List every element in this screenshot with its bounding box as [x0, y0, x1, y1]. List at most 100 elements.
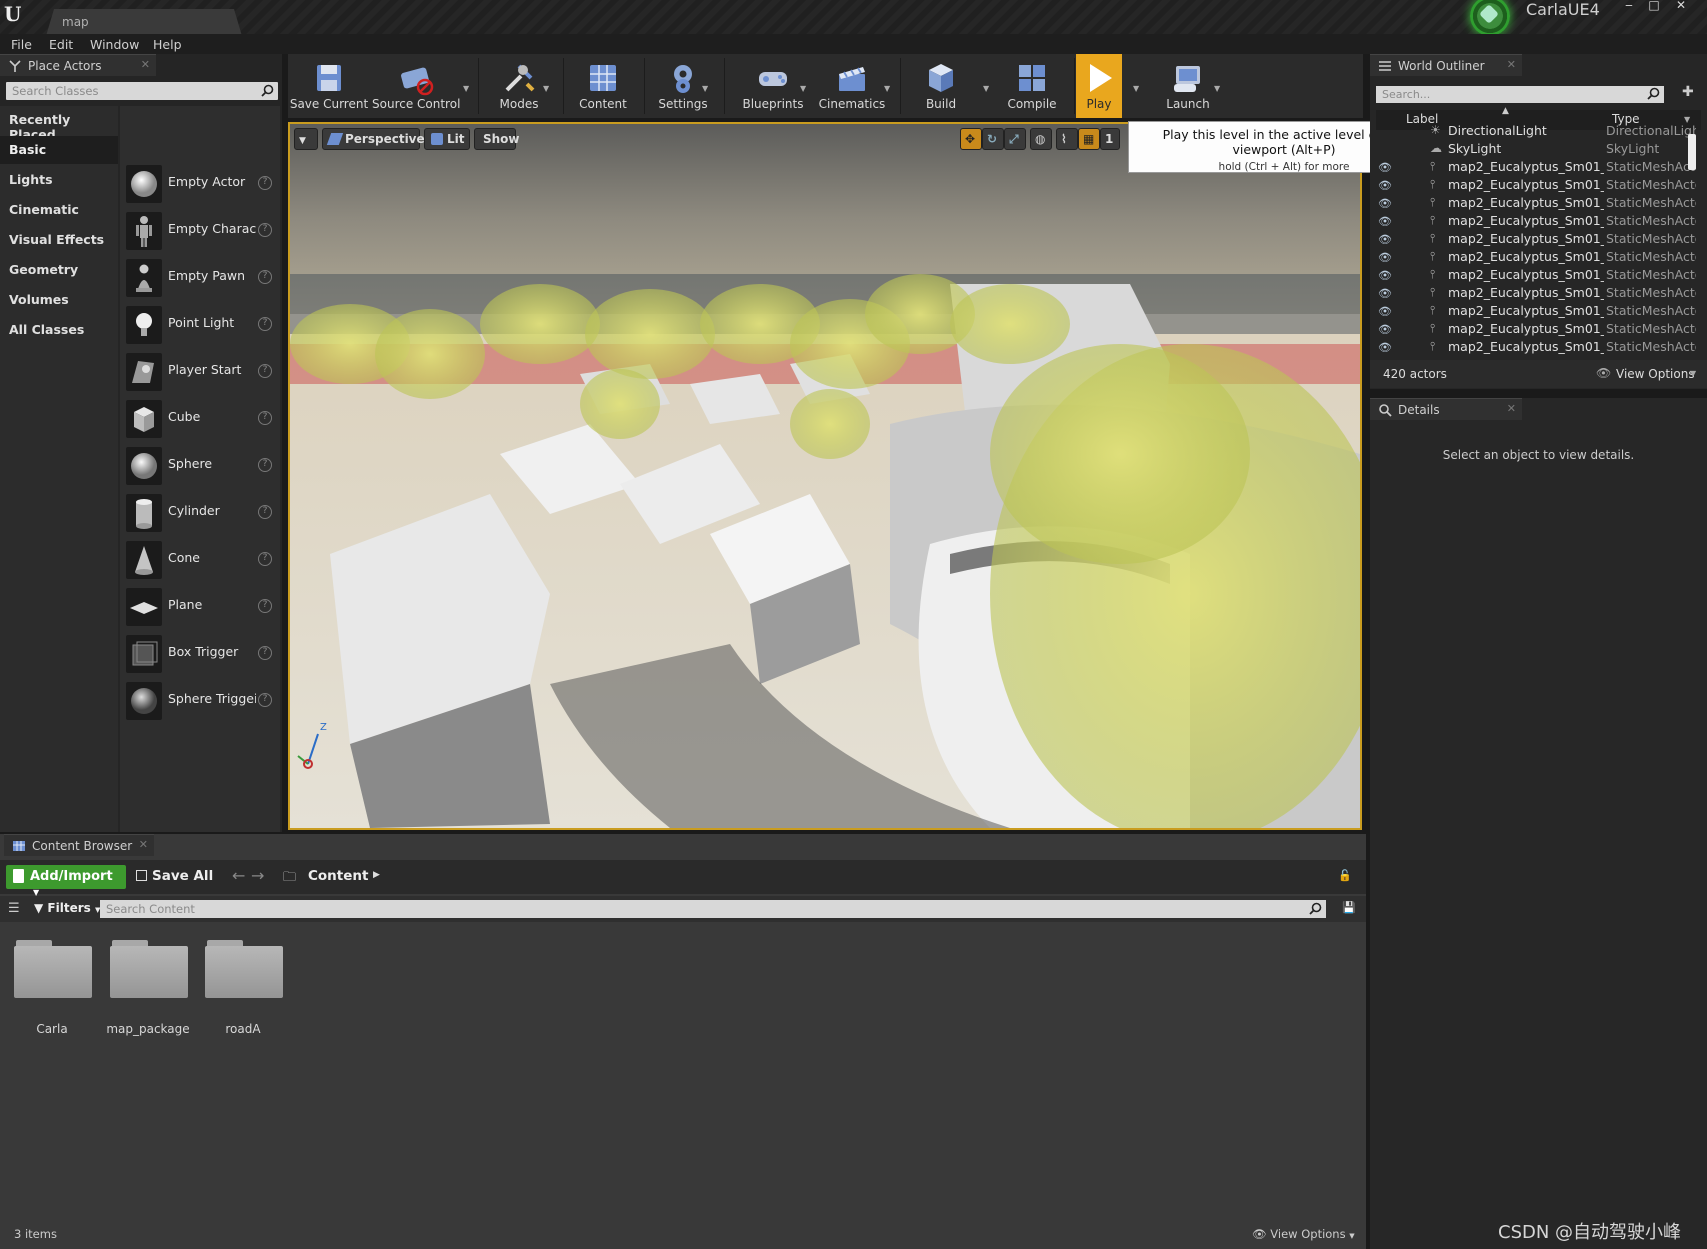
outliner-row[interactable]: 👁 ⫯ map2_Eucalyptus_Sm01_LeaStaticMeshActo: [1376, 338, 1696, 356]
sources-toggle-icon[interactable]: ☰: [8, 901, 20, 916]
actor-item-player-start[interactable]: Player Start ?: [120, 350, 280, 397]
visibility-eye-icon[interactable]: 👁: [1378, 269, 1392, 282]
view-options-button[interactable]: View Options: [1616, 367, 1695, 381]
close-icon[interactable]: ✕: [1507, 402, 1516, 415]
level-tab[interactable]: map: [46, 9, 242, 36]
maximize-button[interactable]: □: [1643, 0, 1665, 12]
help-icon[interactable]: ?: [258, 223, 272, 237]
help-icon[interactable]: ?: [258, 552, 272, 566]
place-actors-tab[interactable]: Place Actors ✕: [0, 54, 156, 76]
outliner-row[interactable]: 👁 ⫯ map2_Eucalyptus_Sm01_LeaStaticMeshActo: [1376, 266, 1696, 284]
menu-window[interactable]: Window: [90, 37, 139, 52]
help-icon[interactable]: ?: [258, 270, 272, 284]
save-all-button[interactable]: Save All: [136, 868, 213, 884]
menu-help[interactable]: Help: [153, 37, 182, 52]
actor-item-box-trigger[interactable]: Box Trigger ?: [120, 632, 280, 679]
visibility-eye-icon[interactable]: 👁: [1378, 305, 1392, 318]
cb-view-options-button[interactable]: 👁 View Options ▼: [1252, 1227, 1355, 1241]
visibility-eye-icon[interactable]: 👁: [1378, 233, 1392, 246]
viewport-options-button[interactable]: ▼: [294, 128, 318, 150]
help-icon[interactable]: ?: [258, 364, 272, 378]
outliner-row[interactable]: 👁 ⫯ map2_Eucalyptus_Sm01_LeaStaticMeshActo: [1376, 176, 1696, 194]
visibility-eye-icon[interactable]: 👁: [1378, 287, 1392, 300]
compile-button[interactable]: Compile: [994, 54, 1070, 118]
category-geometry[interactable]: Geometry: [0, 256, 118, 284]
source-control-dropdown-icon[interactable]: ▼: [463, 84, 471, 93]
actor-item-plane[interactable]: Plane ?: [120, 585, 280, 632]
world-local-icon[interactable]: ◍: [1030, 128, 1052, 150]
category-recently-placed[interactable]: Recently Placed: [0, 106, 118, 142]
play-dropdown-icon[interactable]: ▼: [1133, 84, 1141, 93]
help-icon[interactable]: ?: [258, 693, 272, 707]
outliner-row[interactable]: 👁 ⫯ map2_Eucalyptus_Sm01_LeaStaticMeshActo: [1376, 194, 1696, 212]
actor-item-empty-actor[interactable]: Empty Actor ?: [120, 162, 280, 209]
actor-item-sphere-trigger[interactable]: Sphere Triggei ?: [120, 679, 280, 726]
save-search-icon[interactable]: 💾: [1342, 901, 1356, 914]
help-icon[interactable]: ?: [258, 646, 272, 660]
rotate-tool-icon[interactable]: ↻: [982, 128, 1004, 150]
build-button[interactable]: Build: [906, 54, 976, 118]
outliner-row[interactable]: ☁ SkyLight SkyLight: [1376, 140, 1696, 158]
settings-dropdown-icon[interactable]: ▼: [702, 84, 710, 93]
world-outliner-tab[interactable]: World Outliner ✕: [1370, 54, 1522, 76]
actor-item-cube[interactable]: Cube ?: [120, 397, 280, 444]
add-import-button[interactable]: Add/Import ▼: [6, 865, 126, 897]
grid-snap-icon[interactable]: ▦: [1078, 128, 1100, 150]
lit-button[interactable]: Lit: [424, 128, 470, 150]
project-badge-icon[interactable]: [1466, 0, 1524, 36]
outliner-row[interactable]: 👁 ⫯ map2_Eucalyptus_Sm01_LeaStaticMeshActo: [1376, 320, 1696, 338]
category-cinematic[interactable]: Cinematic: [0, 196, 118, 224]
path-content[interactable]: Content: [308, 868, 368, 884]
blueprints-dropdown-icon[interactable]: ▼: [800, 84, 808, 93]
chevron-down-icon[interactable]: ▼: [1690, 369, 1696, 378]
translate-tool-icon[interactable]: ✥: [960, 128, 982, 150]
search-classes-input[interactable]: Search Classes: [6, 82, 278, 100]
modes-dropdown-icon[interactable]: ▼: [543, 84, 551, 93]
outliner-row[interactable]: 👁 ⫯ map2_Eucalyptus_Sm01_LeaStaticMeshActo: [1376, 158, 1696, 176]
visibility-eye-icon[interactable]: 👁: [1378, 341, 1392, 354]
play-button[interactable]: Play: [1076, 54, 1122, 118]
cinematics-dropdown-icon[interactable]: ▼: [884, 84, 892, 93]
visibility-eye-icon[interactable]: 👁: [1378, 323, 1392, 336]
help-icon[interactable]: ?: [258, 458, 272, 472]
visibility-eye-icon[interactable]: 👁: [1378, 161, 1392, 174]
filters-button[interactable]: ▼ Filters ▼: [34, 901, 100, 915]
visibility-eye-icon[interactable]: 👁: [1378, 197, 1392, 210]
search-content-input[interactable]: Search Content: [100, 900, 1326, 918]
actor-item-cylinder[interactable]: Cylinder ?: [120, 491, 280, 538]
perspective-button[interactable]: Perspective: [322, 128, 425, 150]
outliner-row[interactable]: 👁 ⫯ map2_Eucalyptus_Sm01_LeaStaticMeshActo: [1376, 302, 1696, 320]
path-chevron-right-icon[interactable]: ▶: [373, 870, 380, 880]
category-basic[interactable]: Basic: [0, 136, 118, 164]
outliner-row[interactable]: 👁 ⫯ map2_Eucalyptus_Sm01_LeaStaticMeshActo: [1376, 284, 1696, 302]
close-window-button[interactable]: ✕: [1670, 0, 1692, 12]
visibility-eye-icon[interactable]: 👁: [1378, 251, 1392, 264]
actor-item-empty-character[interactable]: Empty Charact ?: [120, 209, 280, 256]
close-icon[interactable]: ✕: [1507, 58, 1516, 71]
minimize-button[interactable]: ‒: [1618, 0, 1640, 12]
help-icon[interactable]: ?: [258, 317, 272, 331]
panel-splitter[interactable]: [1366, 834, 1370, 1249]
actor-item-empty-pawn[interactable]: Empty Pawn ?: [120, 256, 280, 303]
content-button[interactable]: Content: [568, 54, 638, 118]
content-browser-tab[interactable]: Content Browser ✕: [4, 834, 154, 856]
folder-carla[interactable]: Carla: [10, 938, 94, 1038]
viewport-scene[interactable]: Z: [290, 124, 1360, 828]
menu-edit[interactable]: Edit: [49, 37, 73, 52]
grid-size-value[interactable]: 1: [1100, 128, 1120, 150]
source-control-button[interactable]: Source Control: [372, 54, 460, 118]
category-volumes[interactable]: Volumes: [0, 286, 118, 314]
outliner-scrollbar[interactable]: [1688, 134, 1696, 170]
help-icon[interactable]: ?: [258, 411, 272, 425]
category-visual-effects[interactable]: Visual Effects: [0, 226, 118, 254]
category-lights[interactable]: Lights: [0, 166, 118, 194]
actor-item-sphere[interactable]: Sphere ?: [120, 444, 280, 491]
surface-snap-icon[interactable]: ⌇: [1056, 128, 1078, 150]
build-dropdown-icon[interactable]: ▼: [983, 84, 991, 93]
details-tab[interactable]: Details ✕: [1370, 398, 1522, 420]
help-icon[interactable]: ?: [258, 176, 272, 190]
folder-map-package[interactable]: map_package: [106, 938, 190, 1038]
visibility-eye-icon[interactable]: 👁: [1378, 179, 1392, 192]
category-all-classes[interactable]: All Classes: [0, 316, 118, 344]
save-current-button[interactable]: Save Current: [288, 54, 370, 118]
